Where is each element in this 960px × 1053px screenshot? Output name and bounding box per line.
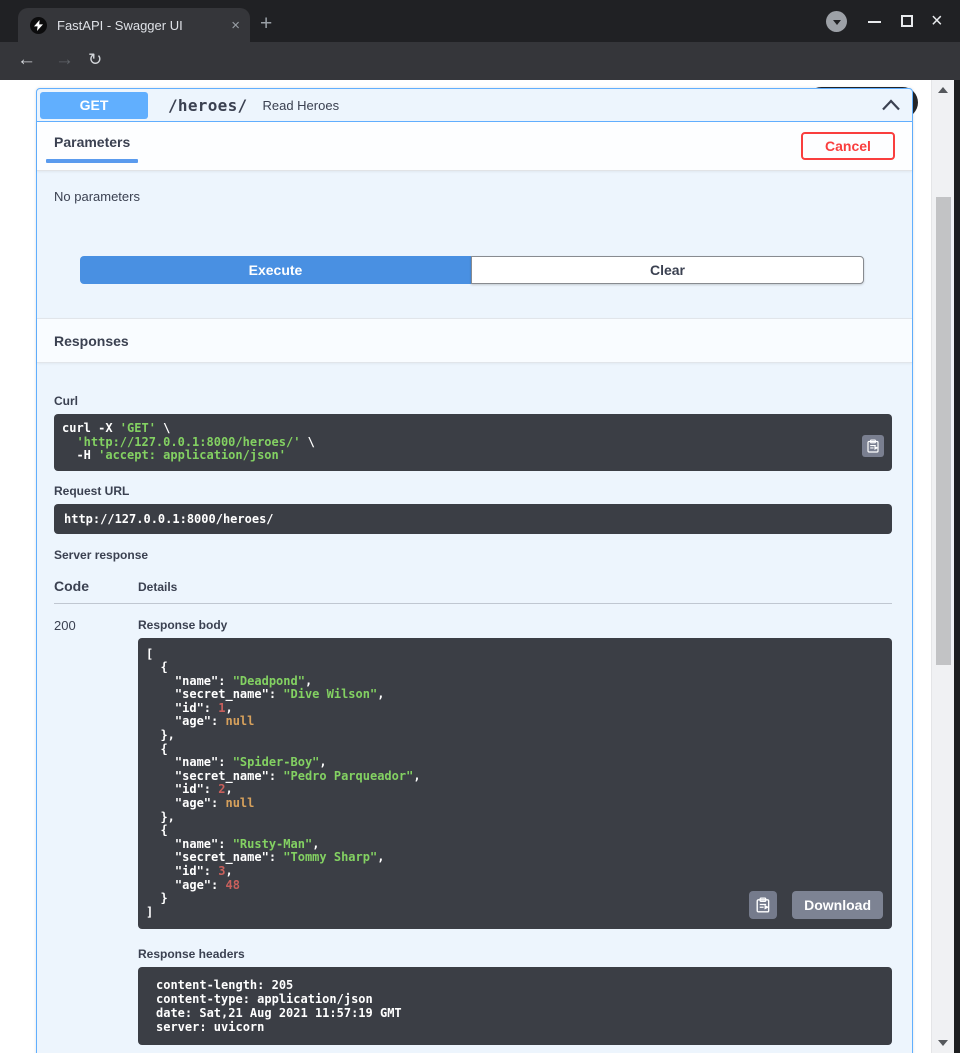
opblock-summary[interactable]: GET /heroes/ Read Heroes <box>37 89 912 122</box>
status-code: 200 <box>54 618 138 1046</box>
table-divider <box>54 603 892 604</box>
scroll-up-arrow-icon[interactable] <box>938 87 948 93</box>
curl-label: Curl <box>54 394 892 408</box>
response-row-200: 200 Response body [ { "name": "Deadpond"… <box>54 618 892 1046</box>
curl-command-block: curl -X 'GET' \ 'http://127.0.0.1:8000/h… <box>54 414 892 471</box>
parameters-tab-label: Parameters <box>54 134 130 150</box>
execute-button-group: Execute Clear <box>80 256 864 284</box>
request-url-label: Request URL <box>54 484 892 498</box>
execute-button[interactable]: Execute <box>80 256 471 284</box>
tab-search-button[interactable] <box>826 11 847 32</box>
scrollbar[interactable] <box>931 80 954 1053</box>
endpoint-path: /heroes/ <box>168 96 247 115</box>
forward-button[interactable]: → <box>55 49 74 71</box>
server-response-label: Server response <box>54 548 892 562</box>
collapse-chevron-icon[interactable] <box>882 99 900 111</box>
request-url-value: http://127.0.0.1:8000/heroes/ <box>64 512 882 526</box>
tab-strip: FastAPI - Swagger UI × + × <box>0 0 960 42</box>
back-button[interactable]: ← <box>17 49 36 71</box>
response-headers-label: Response headers <box>138 947 892 961</box>
active-tab-underline <box>46 159 138 163</box>
tab-title: FastAPI - Swagger UI <box>57 18 231 33</box>
response-table-header: Code Details <box>54 578 892 594</box>
scroll-down-arrow-icon[interactable] <box>938 1040 948 1046</box>
tab-close-icon[interactable]: × <box>231 18 240 33</box>
response-body-label: Response body <box>138 618 892 632</box>
request-url-block: http://127.0.0.1:8000/heroes/ <box>54 504 892 534</box>
response-headers-block: content-length: 205content-type: applica… <box>138 967 892 1045</box>
browser-toolbar: ← → ↻ 127.0.0.1:8000/docs#/default/read_… <box>0 42 960 80</box>
copy-curl-button[interactable] <box>862 435 884 457</box>
opblock-get-heroes: GET /heroes/ Read Heroes Parameters Canc… <box>36 88 913 1053</box>
new-tab-button[interactable]: + <box>260 12 272 36</box>
parameters-tab-row: Parameters Cancel <box>37 122 912 171</box>
maximize-button[interactable] <box>901 15 913 27</box>
http-method-badge: GET <box>40 92 148 119</box>
responses-section-header: Responses <box>37 318 912 363</box>
details-column-header: Details <box>138 578 177 594</box>
responses-content: Curl curl -X 'GET' \ 'http://127.0.0.1:8… <box>37 394 912 1053</box>
close-window-button[interactable]: × <box>931 10 943 32</box>
copy-response-button[interactable] <box>749 891 777 919</box>
response-body-actions: Download <box>749 891 883 919</box>
no-parameters-text: No parameters <box>54 189 895 204</box>
window-edge <box>954 80 960 1053</box>
code-column-header: Code <box>54 578 138 594</box>
parameters-section: No parameters Execute Clear <box>37 171 912 284</box>
tab-parameters[interactable]: Parameters <box>46 122 138 170</box>
scrollbar-thumb[interactable] <box>936 197 951 665</box>
response-body-block: [ { "name": "Deadpond", "secret_name": "… <box>138 638 892 930</box>
download-button[interactable]: Download <box>792 891 883 919</box>
browser-tab[interactable]: FastAPI - Swagger UI × <box>18 8 250 42</box>
clear-button[interactable]: Clear <box>471 256 864 284</box>
chevron-down-icon <box>833 20 841 25</box>
minimize-button[interactable] <box>868 21 881 23</box>
responses-title: Responses <box>54 333 129 349</box>
fastapi-favicon-icon <box>30 17 47 34</box>
reload-button[interactable]: ↻ <box>88 50 102 70</box>
endpoint-summary: Read Heroes <box>262 98 339 113</box>
cancel-button[interactable]: Cancel <box>801 132 895 160</box>
